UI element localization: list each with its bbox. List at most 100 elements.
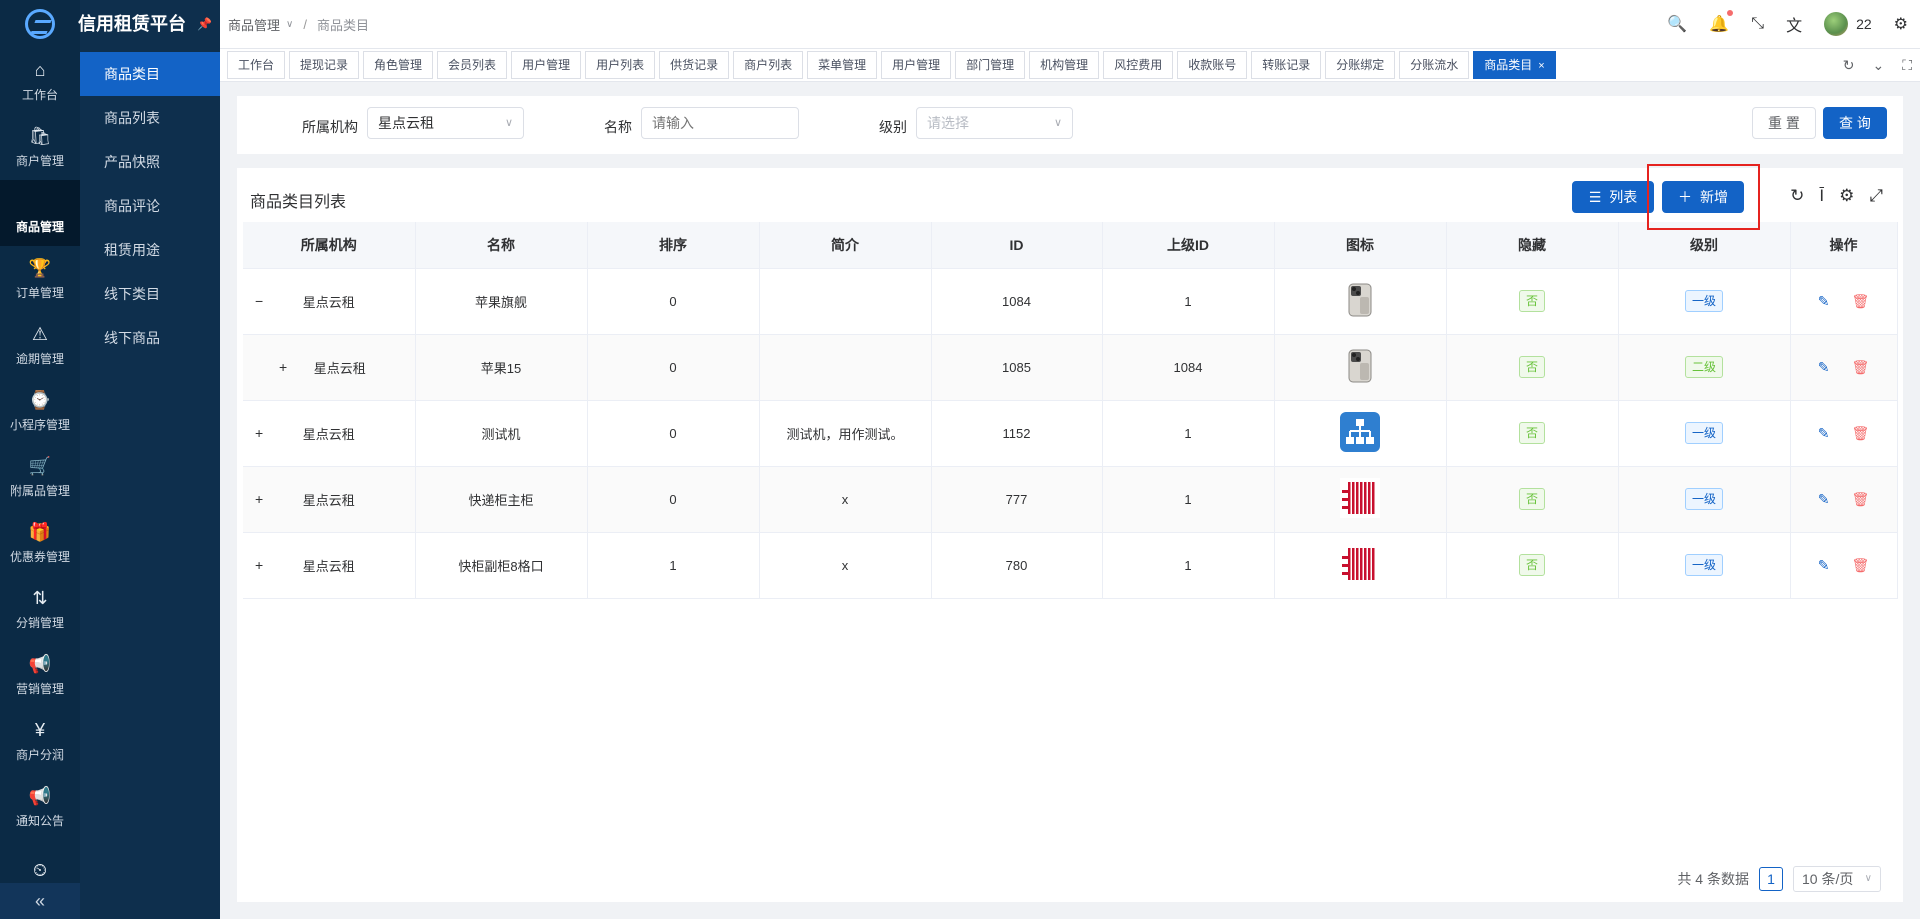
fullscreen-icon[interactable]: ⤢ <box>1869 186 1883 206</box>
rail-item-11[interactable]: 📢 通知公告 <box>0 774 80 840</box>
delete-icon[interactable]: 🗑 <box>1851 557 1869 574</box>
tab[interactable]: 会员列表 <box>437 51 508 79</box>
submenu-item[interactable]: 线下商品 <box>80 316 220 360</box>
rail-item-2[interactable]: 商品管理 <box>0 180 80 246</box>
table-row[interactable]: + 星点云租 苹果15 0 1085 1084 否二级 ✎ 🗑 <box>243 334 1898 401</box>
refresh-icon[interactable]: ↻ <box>1790 186 1804 206</box>
submenu-item[interactable]: 产品快照 <box>80 140 220 184</box>
delete-icon[interactable]: 🗑 <box>1851 491 1869 508</box>
submenu-item[interactable]: 商品评论 <box>80 184 220 228</box>
tab[interactable]: 机构管理 <box>1029 51 1100 79</box>
collapse-sidebar-button[interactable]: « <box>0 883 80 919</box>
close-icon[interactable]: × <box>1538 60 1544 72</box>
column-header: 隐藏 <box>1446 222 1619 269</box>
edit-icon[interactable]: ✎ <box>1818 425 1830 442</box>
query-button[interactable]: 查 询 <box>1823 107 1887 139</box>
app-logo <box>0 0 80 48</box>
rail-item-10[interactable]: ¥ 商户分润 <box>0 708 80 774</box>
table-row[interactable]: + 星点云租 测试机 0 测试机，用作测试。 1152 1 否一级 ✎ 🗑 <box>243 400 1898 467</box>
submenu-item[interactable]: 线下类目 <box>80 272 220 316</box>
rail-item-label: 通知公告 <box>15 813 64 828</box>
tab[interactable]: 风控费用 <box>1103 51 1174 79</box>
column-height-icon[interactable]: Ī <box>1819 186 1824 206</box>
table-row[interactable]: − 星点云租 苹果旗舰 0 1084 1 否一级 ✎ 🗑 <box>243 268 1898 335</box>
notification-bell-icon[interactable]: 🔔 <box>1709 10 1734 34</box>
fullscreen-icon[interactable]: ⤡ <box>1751 15 1764 33</box>
tab[interactable]: 角色管理 <box>363 51 434 79</box>
reset-button[interactable]: 重 置 <box>1752 107 1816 139</box>
tab[interactable]: 分账流水 <box>1399 51 1470 79</box>
edit-icon[interactable]: ✎ <box>1818 557 1830 574</box>
cell-actions: ✎ 🗑 <box>1790 532 1898 599</box>
tab[interactable]: 工作台 <box>227 51 286 79</box>
expand-toggle-icon[interactable]: − <box>255 293 263 309</box>
rail-item-6[interactable]: 🛒 附属品管理 <box>0 444 80 510</box>
rail-item-label: 逾期管理 <box>15 351 64 366</box>
expand-toggle-icon[interactable]: + <box>255 425 263 441</box>
hidden-tag: 否 <box>1518 554 1545 576</box>
table-row[interactable]: + 星点云租 快递柜主柜 0 x 777 1 否一级 ✎ 🗑 <box>243 466 1898 533</box>
tab[interactable]: 供货记录 <box>659 51 730 79</box>
locker-icon[interactable] <box>1340 543 1380 587</box>
phone-icon[interactable] <box>1346 349 1374 386</box>
cell-level: 一级 <box>1618 268 1791 335</box>
level-select[interactable]: 请选择 ∨ <box>916 107 1073 139</box>
edit-icon[interactable]: ✎ <box>1818 359 1830 376</box>
org-select[interactable]: 星点云租 ∨ <box>367 107 524 139</box>
settings-gear-icon[interactable]: ⚙ <box>1839 186 1854 206</box>
expand-toggle-icon[interactable]: + <box>255 491 263 507</box>
delete-icon[interactable]: 🗑 <box>1851 293 1869 310</box>
avatar[interactable] <box>1824 12 1849 36</box>
delete-icon[interactable]: 🗑 <box>1851 425 1869 442</box>
tab[interactable]: 分账绑定 <box>1325 51 1396 79</box>
page-number-button[interactable]: 1 <box>1759 867 1783 891</box>
tab[interactable]: 用户列表 <box>585 51 656 79</box>
cell-level: 一级 <box>1618 466 1791 533</box>
tab[interactable]: 收款账号 <box>1177 51 1248 79</box>
expand-toggle-icon[interactable]: + <box>255 557 263 573</box>
tab[interactable]: 用户管理 <box>881 51 952 79</box>
expand-toggle-icon[interactable]: + <box>279 359 287 375</box>
rail-item-7[interactable]: 🎁 优惠券管理 <box>0 510 80 576</box>
org-chart-icon[interactable] <box>1340 411 1380 455</box>
delete-icon[interactable]: 🗑 <box>1851 359 1869 376</box>
rail-item-5[interactable]: ⌚ 小程序管理 <box>0 378 80 444</box>
tab[interactable]: 部门管理 <box>955 51 1026 79</box>
pin-icon[interactable]: 📌 <box>197 0 212 48</box>
submenu-item[interactable]: 商品列表 <box>80 96 220 140</box>
table-row[interactable]: + 星点云租 快柜副柜8格口 1 x 780 1 否一级 ✎ 🗑 <box>243 532 1898 599</box>
rail-item-1[interactable]: 🛍 商户管理 <box>0 114 80 180</box>
name-input[interactable] <box>641 107 799 139</box>
list-view-button[interactable]: ☰ 列表 <box>1572 181 1654 213</box>
notification-dot <box>1727 10 1734 16</box>
translate-icon[interactable]: 文 <box>1786 12 1802 36</box>
rail-item-9[interactable]: 📢 营销管理 <box>0 642 80 708</box>
tab[interactable]: 商户列表 <box>733 51 804 79</box>
breadcrumb-parent[interactable]: 商品管理 <box>228 15 280 34</box>
phone-icon[interactable] <box>1346 283 1374 320</box>
chevron-down-icon[interactable]: ⌄ <box>1872 57 1884 74</box>
user-name[interactable]: 22 <box>1856 16 1872 32</box>
submenu-item[interactable]: 租赁用途 <box>80 228 220 272</box>
rail-item-3[interactable]: 🏆 订单管理 <box>0 246 80 312</box>
refresh-icon[interactable]: ↻ <box>1843 57 1855 74</box>
page-size-select[interactable]: 10 条/页 ∨ <box>1793 866 1881 892</box>
cell-id: 1084 <box>931 268 1103 335</box>
tab[interactable]: 提现记录 <box>289 51 360 79</box>
tab-label: 分账流水 <box>1410 58 1459 72</box>
tab[interactable]: 用户管理 <box>511 51 582 79</box>
rail-item-8[interactable]: ⇅ 分销管理 <box>0 576 80 642</box>
tab[interactable]: 菜单管理 <box>807 51 878 79</box>
tab[interactable]: 商品类目 × <box>1473 51 1556 79</box>
edit-icon[interactable]: ✎ <box>1818 491 1830 508</box>
settings-gear-icon[interactable]: ⚙ <box>1894 14 1908 34</box>
tab[interactable]: 转账记录 <box>1251 51 1322 79</box>
maximize-icon[interactable]: ⛶ <box>1902 57 1912 74</box>
submenu-item[interactable]: 商品类目 <box>80 52 220 96</box>
rail-item-4[interactable]: ⚠ 逾期管理 <box>0 312 80 378</box>
locker-icon[interactable] <box>1340 477 1380 521</box>
search-icon[interactable]: 🔍 <box>1667 14 1687 34</box>
edit-icon[interactable]: ✎ <box>1818 293 1830 310</box>
rail-item-0[interactable]: ⌂ 工作台 <box>0 48 80 114</box>
cell-actions: ✎ 🗑 <box>1790 466 1898 533</box>
